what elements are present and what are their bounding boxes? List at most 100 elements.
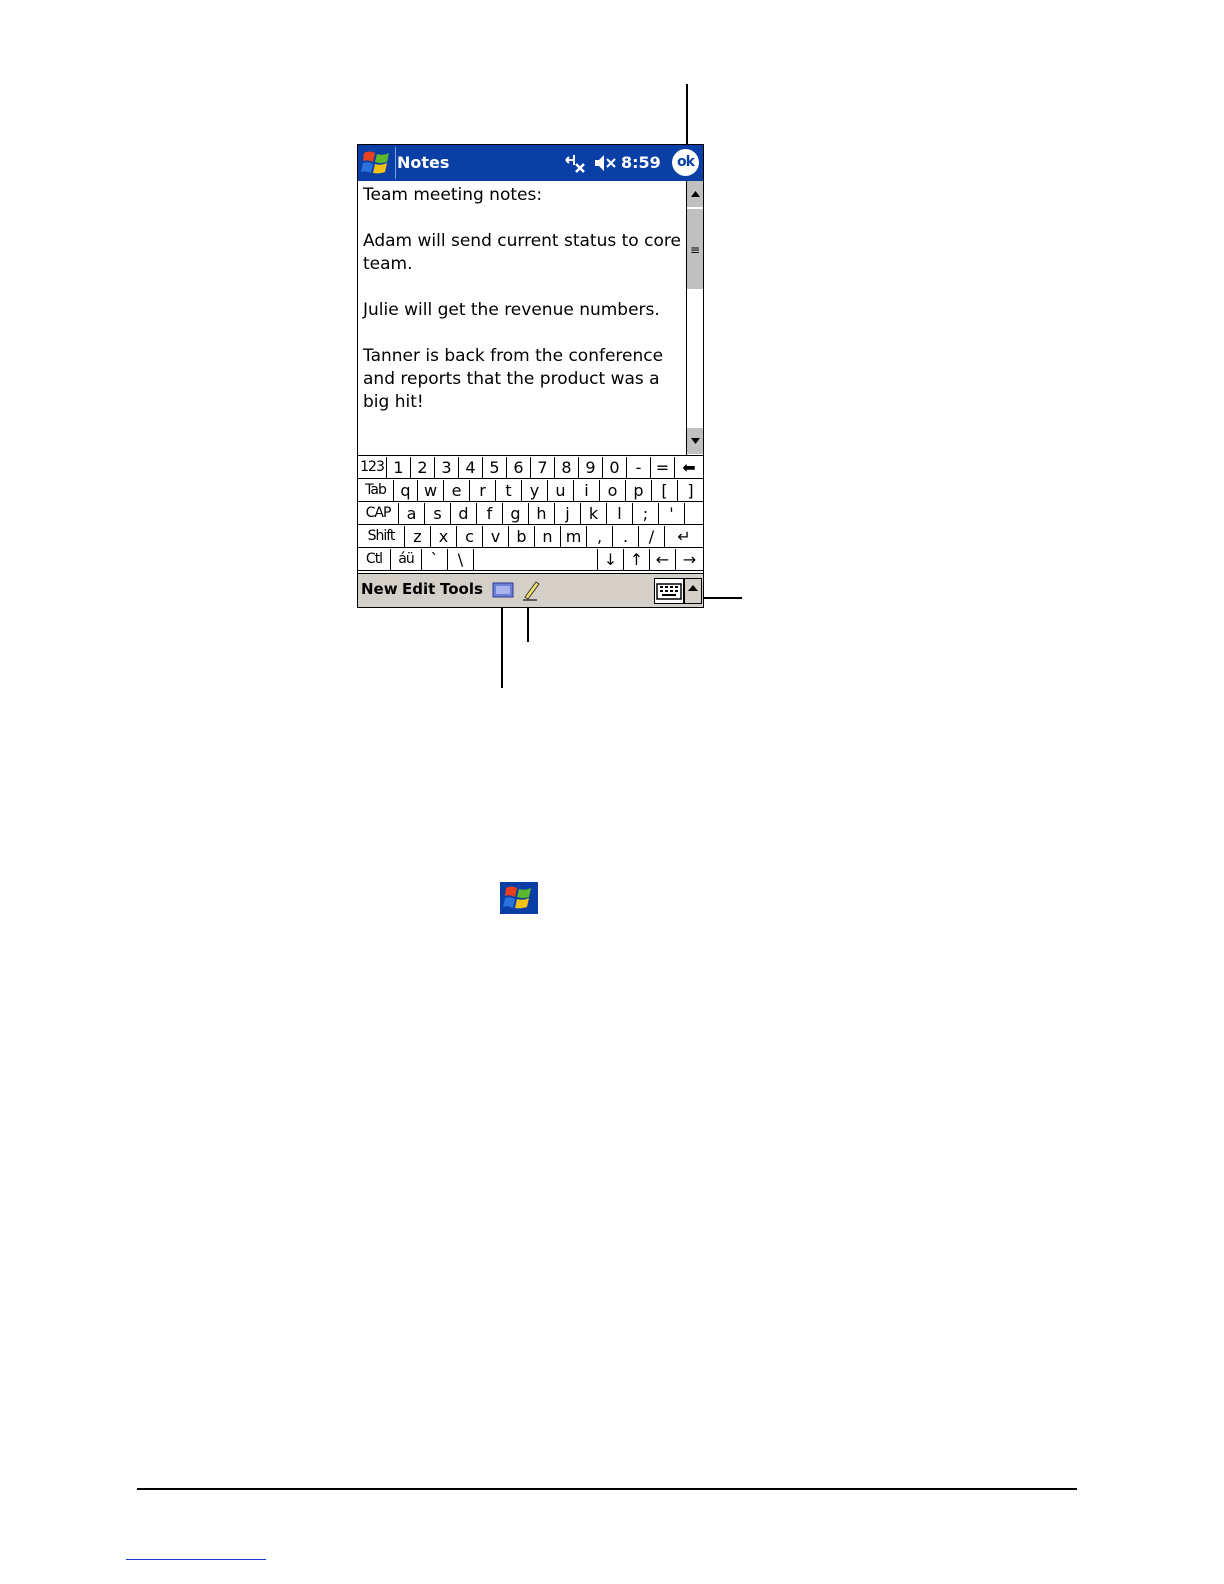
input-panel-icon[interactable] (492, 581, 514, 599)
pen-icon[interactable] (521, 579, 541, 601)
key-v[interactable]: v (483, 526, 509, 548)
key-caps[interactable]: CAP (358, 503, 399, 525)
key-right-arrow[interactable]: → (676, 549, 703, 571)
keyboard-row-5: Ctl áü ` \ ↓ ↑ ← → (358, 549, 703, 572)
connectivity-icon[interactable] (564, 152, 586, 174)
note-line: Team meeting notes: (363, 185, 543, 205)
key-backspace[interactable]: ⬅ (675, 457, 703, 479)
key-q[interactable]: q (394, 480, 418, 502)
app-title: Notes (397, 153, 450, 172)
key-y[interactable]: y (522, 480, 548, 502)
key-left-arrow[interactable]: ← (650, 549, 676, 571)
key-minus[interactable]: - (627, 457, 651, 479)
note-line: and reports that the product was a (363, 369, 660, 389)
key-backtick[interactable]: ` (422, 549, 448, 571)
key-space[interactable] (474, 549, 598, 571)
note-line: team. (363, 254, 413, 274)
key-a[interactable]: a (399, 503, 425, 525)
key-0[interactable]: 0 (603, 457, 627, 479)
key-apostrophe[interactable]: ' (659, 503, 685, 525)
key-u[interactable]: u (548, 480, 574, 502)
callout-line-ok (686, 84, 688, 148)
key-h[interactable]: h (529, 503, 555, 525)
key-b[interactable]: b (509, 526, 535, 548)
note-line: Adam will send current status to core (363, 231, 681, 251)
key-4[interactable]: 4 (459, 457, 483, 479)
callout-line-input-panel (501, 596, 503, 688)
key-z[interactable]: z (405, 526, 431, 548)
keyboard-row-2: Tab q w e r t y u i o p [ ] (358, 480, 703, 503)
menu-edit[interactable]: Edit (402, 580, 435, 598)
key-comma[interactable]: , (587, 526, 613, 548)
keyboard-row-1: 123 1 2 3 4 5 6 7 8 9 0 - = ⬅ (358, 457, 703, 480)
key-slash[interactable]: / (639, 526, 665, 548)
key-period[interactable]: . (613, 526, 639, 548)
key-ctrl[interactable]: Ctl (358, 549, 391, 571)
ok-button[interactable]: ok (672, 149, 699, 176)
up-arrow-icon[interactable] (684, 578, 702, 604)
key-up-arrow[interactable]: ↑ (624, 549, 650, 571)
key-semicolon[interactable]: ; (633, 503, 659, 525)
key-enter[interactable]: ↵ (665, 526, 703, 548)
speaker-muted-icon[interactable] (593, 153, 617, 173)
key-3[interactable]: 3 (435, 457, 459, 479)
key-123[interactable]: 123 (358, 457, 387, 479)
key-accents[interactable]: áü (391, 549, 422, 571)
key-w[interactable]: w (418, 480, 444, 502)
scroll-down-arrow-icon[interactable] (687, 428, 703, 454)
key-5[interactable]: 5 (483, 457, 507, 479)
soft-keyboard: 123 1 2 3 4 5 6 7 8 9 0 - = ⬅ Tab q w e … (358, 455, 703, 574)
key-7[interactable]: 7 (531, 457, 555, 479)
key-d[interactable]: d (451, 503, 477, 525)
key-x[interactable]: x (431, 526, 457, 548)
key-t[interactable]: t (496, 480, 522, 502)
title-bar: Notes 8:59 ok (358, 145, 703, 181)
key-shift[interactable]: Shift (358, 526, 405, 548)
title-separator (395, 147, 396, 179)
note-line: big hit! (363, 392, 424, 412)
key-g[interactable]: g (503, 503, 529, 525)
key-2[interactable]: 2 (411, 457, 435, 479)
key-c[interactable]: c (457, 526, 483, 548)
key-m[interactable]: m (561, 526, 587, 548)
key-e[interactable]: e (444, 480, 470, 502)
menu-tools[interactable]: Tools (440, 580, 483, 598)
page-link-underline (126, 1559, 266, 1560)
windows-flag-icon[interactable] (360, 147, 394, 179)
key-8[interactable]: 8 (555, 457, 579, 479)
scroll-thumb[interactable]: ≡ (687, 208, 703, 289)
key-k[interactable]: k (581, 503, 607, 525)
key-equals[interactable]: = (651, 457, 675, 479)
key-6[interactable]: 6 (507, 457, 531, 479)
key-r[interactable]: r (470, 480, 496, 502)
scroll-up-arrow-icon[interactable] (687, 181, 703, 207)
vertical-scrollbar[interactable]: ≡ (686, 181, 703, 455)
key-s[interactable]: s (425, 503, 451, 525)
key-i[interactable]: i (574, 480, 600, 502)
key-f[interactable]: f (477, 503, 503, 525)
note-line: Julie will get the revenue numbers. (363, 300, 660, 320)
key-backslash[interactable]: \ (448, 549, 474, 571)
key-p[interactable]: p (626, 480, 652, 502)
menu-new[interactable]: New (361, 580, 398, 598)
key-1[interactable]: 1 (387, 457, 411, 479)
key-down-arrow[interactable]: ↓ (598, 549, 624, 571)
note-text-area[interactable]: Team meeting notes: Adam will send curre… (358, 181, 685, 455)
keyboard-icon[interactable] (654, 578, 684, 604)
pocket-pc-screen: Notes 8:59 ok Team meeting notes: Adam w… (357, 144, 704, 608)
key-l[interactable]: l (607, 503, 633, 525)
clock[interactable]: 8:59 (621, 153, 661, 172)
key-blank (685, 503, 703, 525)
keyboard-row-4: Shift z x c v b n m , . / ↵ (358, 526, 703, 549)
note-line: Tanner is back from the conference (363, 346, 664, 366)
key-left-bracket[interactable]: [ (652, 480, 678, 502)
menu-bar: New Edit Tools (358, 573, 703, 607)
key-9[interactable]: 9 (579, 457, 603, 479)
key-n[interactable]: n (535, 526, 561, 548)
key-o[interactable]: o (600, 480, 626, 502)
key-j[interactable]: j (555, 503, 581, 525)
footer-rule (137, 1488, 1077, 1490)
key-right-bracket[interactable]: ] (678, 480, 703, 502)
windows-flag-icon (500, 882, 538, 914)
key-tab[interactable]: Tab (358, 480, 394, 502)
